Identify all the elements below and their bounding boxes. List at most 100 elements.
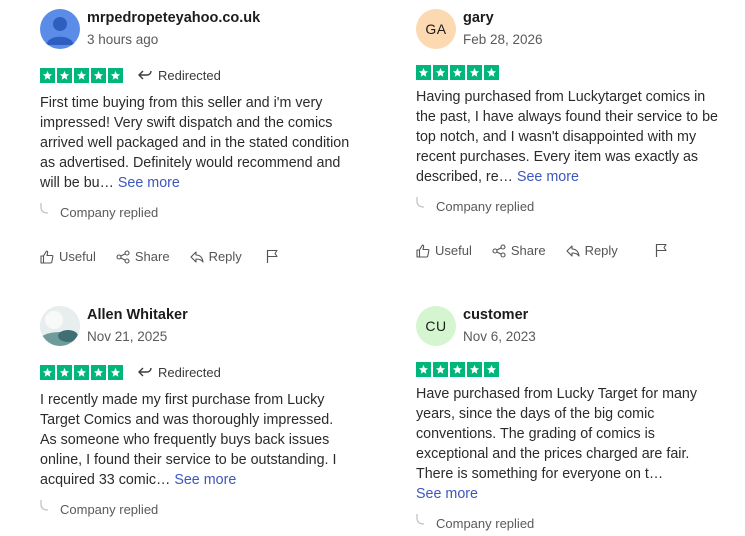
star-icon	[433, 361, 448, 377]
reply-curve-icon	[416, 514, 425, 525]
reply-label: Reply	[584, 243, 618, 258]
flag-icon	[655, 243, 667, 257]
star-icon	[40, 67, 55, 83]
review-text: I recently made my first purchase from L…	[40, 390, 350, 490]
star-icon	[450, 64, 465, 80]
star-icon	[484, 64, 499, 80]
review-header: GA gary Feb 28, 2026	[416, 9, 736, 53]
reply-curve-icon	[40, 500, 49, 511]
review-header: Allen Whitaker Nov 21, 2025	[40, 306, 360, 350]
share-icon	[116, 249, 130, 264]
star-icon	[416, 64, 431, 80]
review-body: Have purchased from Lucky Target for man…	[416, 386, 698, 482]
reply-icon	[566, 244, 580, 257]
company-replied[interactable]: Company replied	[40, 203, 159, 220]
star-icon	[108, 364, 123, 380]
reviewer-name[interactable]: customer	[463, 307, 528, 323]
see-more-link[interactable]: See more	[174, 472, 236, 488]
star-icon	[91, 67, 106, 83]
review-text: Have purchased from Lucky Target for man…	[416, 384, 716, 504]
avatar[interactable]	[40, 306, 80, 346]
review-actions: Useful Share Reply	[416, 243, 668, 258]
reply-curve-icon	[40, 203, 49, 214]
company-replied-label: Company replied	[60, 502, 159, 517]
review-date: Nov 21, 2025	[87, 329, 168, 344]
review-header: mrpedropeteyahoo.co.uk 3 hours ago	[40, 9, 360, 53]
share-label: Share	[510, 243, 546, 258]
avatar[interactable]: CU	[416, 306, 456, 346]
company-replied-label: Company replied	[436, 199, 535, 214]
star-icon	[484, 361, 499, 377]
reply-button[interactable]: Reply	[190, 249, 242, 264]
redirect-arrow-icon	[138, 367, 152, 377]
star-icon	[467, 64, 482, 80]
redirected-badge[interactable]: Redirected	[138, 68, 221, 83]
review-body: First time buying from this seller and i…	[40, 95, 350, 191]
thumbs-up-icon	[40, 249, 54, 264]
share-label: Share	[134, 249, 170, 264]
see-more-link[interactable]: See more	[118, 175, 180, 191]
useful-label: Useful	[435, 243, 472, 258]
avatar[interactable]	[40, 9, 80, 49]
rating-row: Redirected	[40, 364, 221, 380]
redirected-label: Redirected	[158, 67, 221, 83]
flag-icon	[266, 249, 278, 263]
review-date: Nov 6, 2023	[463, 329, 536, 344]
reviewer-name[interactable]: mrpedropeteyahoo.co.uk	[87, 10, 260, 26]
useful-label: Useful	[59, 249, 96, 264]
review-actions: Useful Share Reply	[40, 249, 279, 264]
star-icon	[450, 361, 465, 377]
company-replied-label: Company replied	[60, 205, 159, 220]
star-icon	[57, 67, 72, 83]
review-header: CU customer Nov 6, 2023	[416, 306, 736, 350]
rating-row	[416, 361, 501, 377]
star-icon	[467, 361, 482, 377]
reply-icon	[190, 250, 204, 263]
review-text: First time buying from this seller and i…	[40, 93, 350, 193]
star-icon	[433, 64, 448, 80]
useful-button[interactable]: Useful	[40, 249, 96, 264]
redirected-label: Redirected	[158, 364, 221, 380]
star-rating	[40, 67, 125, 83]
company-replied[interactable]: Company replied	[40, 500, 159, 517]
profile-photo-icon	[40, 306, 80, 346]
share-button[interactable]: Share	[492, 243, 546, 258]
star-icon	[416, 361, 431, 377]
rating-row	[416, 64, 501, 80]
person-icon	[46, 17, 74, 45]
star-rating	[416, 64, 501, 80]
rating-row: Redirected	[40, 67, 221, 83]
see-more-link[interactable]: See more	[517, 169, 579, 185]
reviewer-name[interactable]: gary	[463, 10, 494, 26]
avatar[interactable]: GA	[416, 9, 456, 49]
reply-button[interactable]: Reply	[566, 243, 618, 258]
see-more-link[interactable]: See more	[416, 484, 716, 504]
star-icon	[91, 364, 106, 380]
review-text: Having purchased from Luckytarget comics…	[416, 87, 726, 187]
report-button[interactable]	[266, 249, 279, 264]
useful-button[interactable]: Useful	[416, 243, 472, 258]
redirect-arrow-icon	[138, 70, 152, 80]
review-date: Feb 28, 2026	[463, 32, 543, 47]
company-replied[interactable]: Company replied	[416, 514, 535, 531]
review-date: 3 hours ago	[87, 32, 159, 47]
reply-curve-icon	[416, 197, 425, 208]
avatar-initials: CU	[425, 318, 447, 334]
star-icon	[57, 364, 72, 380]
star-rating	[40, 364, 125, 380]
star-icon	[74, 364, 89, 380]
thumbs-up-icon	[416, 243, 430, 258]
reply-label: Reply	[208, 249, 242, 264]
report-button[interactable]	[655, 243, 668, 258]
share-icon	[492, 243, 506, 258]
star-icon	[108, 67, 123, 83]
share-button[interactable]: Share	[116, 249, 170, 264]
company-replied[interactable]: Company replied	[416, 197, 535, 214]
star-rating	[416, 361, 501, 377]
avatar-initials: GA	[425, 21, 447, 37]
company-replied-label: Company replied	[436, 516, 535, 531]
star-icon	[40, 364, 55, 380]
reviewer-name[interactable]: Allen Whitaker	[87, 307, 188, 323]
redirected-badge[interactable]: Redirected	[138, 365, 221, 380]
star-icon	[74, 67, 89, 83]
